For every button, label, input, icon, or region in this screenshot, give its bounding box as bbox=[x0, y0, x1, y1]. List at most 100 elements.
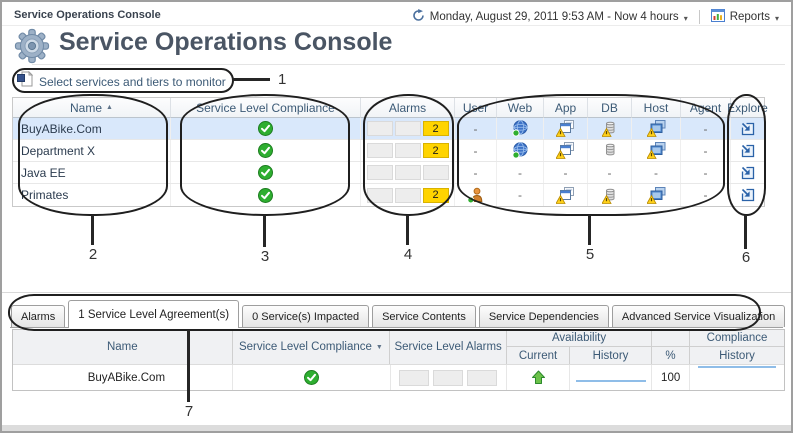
group-header-compliance: Compliance bbox=[690, 330, 784, 347]
dash: - bbox=[518, 188, 522, 202]
warning-alarm-count[interactable]: 2 bbox=[423, 143, 449, 158]
dash: - bbox=[608, 166, 612, 180]
service-builder-icon bbox=[17, 71, 33, 92]
dash: - bbox=[474, 144, 478, 158]
explore-drilldown-icon[interactable] bbox=[731, 118, 764, 139]
service-row[interactable]: BuyABike.Com 2 - - bbox=[13, 118, 764, 140]
callout-line-1 bbox=[232, 78, 270, 81]
time-range-label[interactable]: Monday, August 29, 2011 9:53 AM - Now 4 … bbox=[430, 11, 679, 23]
column-header-web[interactable]: Web bbox=[497, 98, 544, 118]
explore-drilldown-icon[interactable] bbox=[731, 140, 764, 161]
sla-column-header-compliance[interactable]: Service Level Compliance▼ bbox=[233, 330, 391, 364]
callout-number-4: 4 bbox=[404, 246, 412, 263]
timeframe-icon bbox=[412, 9, 425, 25]
reports-caret-icon[interactable]: ▾ bbox=[775, 12, 779, 23]
bottom-strip bbox=[2, 425, 791, 431]
callout-line-4 bbox=[406, 215, 409, 245]
explore-drilldown-icon[interactable] bbox=[731, 162, 764, 183]
green-check-icon bbox=[171, 162, 361, 183]
host-monitor-warning-icon bbox=[632, 184, 681, 206]
topbar-divider bbox=[699, 10, 700, 24]
dash: - bbox=[654, 166, 658, 180]
tab-service-dependencies[interactable]: Service Dependencies bbox=[479, 305, 609, 327]
alarm-count-empty bbox=[367, 188, 393, 203]
services-table-header: Name▲ Service Level Compliance Alarms Us… bbox=[13, 98, 764, 118]
service-row[interactable]: Primates2-- bbox=[13, 184, 764, 206]
alarm-cells bbox=[361, 162, 455, 183]
sla-service-name[interactable]: BuyABike.Com bbox=[13, 365, 233, 390]
reports-icon bbox=[711, 9, 725, 25]
tab-service-contents[interactable]: Service Contents bbox=[372, 305, 476, 327]
tab-alarms[interactable]: Alarms bbox=[11, 305, 65, 327]
sla-table-header: Name Service Level Compliance▼ Service L… bbox=[13, 330, 784, 364]
user-status-none: - bbox=[455, 118, 497, 139]
sla-column-header-current[interactable]: Current bbox=[507, 347, 570, 364]
service-row[interactable]: Department X 2 - - bbox=[13, 140, 764, 162]
column-header-user[interactable]: User bbox=[455, 98, 497, 118]
column-header-explore[interactable]: Explore bbox=[731, 98, 764, 118]
alarm-count-empty bbox=[423, 165, 449, 180]
green-check-icon bbox=[171, 184, 361, 206]
callout-line-2 bbox=[91, 215, 94, 245]
callout-number-7: 7 bbox=[185, 403, 193, 420]
sla-column-header-compliance-history[interactable]: History bbox=[690, 347, 784, 364]
alarm-count-empty bbox=[367, 121, 393, 136]
callout-line-6 bbox=[744, 215, 747, 249]
app-window-warning-icon bbox=[544, 184, 588, 206]
warning-alarm-count[interactable]: 2 bbox=[423, 188, 449, 203]
alarm-cells: 2 bbox=[361, 184, 455, 206]
compliance-group: Compliance History bbox=[690, 330, 784, 364]
alarm-count-empty bbox=[399, 370, 429, 386]
tab-advanced-service-visualization[interactable]: Advanced Service Visualization bbox=[612, 305, 785, 327]
callout-line-3 bbox=[263, 215, 266, 247]
column-header-app[interactable]: App bbox=[544, 98, 588, 118]
alarm-count-empty bbox=[367, 165, 393, 180]
callout-number-5: 5 bbox=[586, 246, 594, 263]
sla-column-header-name[interactable]: Name bbox=[13, 330, 233, 364]
globe-icon bbox=[497, 140, 544, 161]
column-header-alarms[interactable]: Alarms bbox=[361, 98, 455, 118]
dash: - bbox=[704, 122, 708, 136]
column-header-service-level-compliance[interactable]: Service Level Compliance bbox=[171, 98, 361, 118]
column-header-host[interactable]: Host bbox=[632, 98, 681, 118]
agent-status-none: - bbox=[681, 140, 731, 161]
warning-alarm-count[interactable]: 2 bbox=[423, 121, 449, 136]
select-services-row: Select services and tiers to monitor bbox=[17, 71, 226, 92]
person-icon bbox=[455, 184, 497, 206]
percent-stack: % bbox=[652, 330, 690, 364]
web-status-none: - bbox=[497, 184, 544, 206]
time-range-caret-icon[interactable]: ▾ bbox=[684, 12, 688, 23]
column-header-db[interactable]: DB bbox=[588, 98, 632, 118]
topbar-actions: Monday, August 29, 2011 9:53 AM - Now 4 … bbox=[412, 9, 779, 25]
column-header-name[interactable]: Name▲ bbox=[13, 98, 171, 118]
reports-button[interactable]: Reports bbox=[730, 11, 770, 23]
alarm-count-empty bbox=[395, 188, 421, 203]
host-monitor-warning-icon bbox=[632, 118, 681, 139]
service-name[interactable]: Department X bbox=[13, 140, 171, 161]
select-services-link[interactable]: Select services and tiers to monitor bbox=[39, 75, 226, 89]
group-header-availability: Availability bbox=[507, 330, 652, 347]
service-operations-console-window: Service Operations Console Monday, Augus… bbox=[0, 0, 793, 433]
breadcrumb[interactable]: Service Operations Console bbox=[14, 9, 161, 21]
sla-column-header-availability-history[interactable]: History bbox=[570, 347, 652, 364]
tab-1-service-level-agreement-s[interactable]: 1 Service Level Agreement(s) bbox=[68, 300, 239, 328]
service-row[interactable]: Java EE------ bbox=[13, 162, 764, 184]
column-header-agent[interactable]: Agent bbox=[681, 98, 731, 118]
dash: - bbox=[474, 122, 478, 136]
service-name[interactable]: Java EE bbox=[13, 162, 171, 183]
dash: - bbox=[474, 166, 478, 180]
title-underline bbox=[32, 64, 785, 65]
compliance-history-sparkline bbox=[690, 365, 784, 390]
web-status-none: - bbox=[497, 162, 544, 183]
sla-column-header-percent[interactable]: % bbox=[652, 347, 690, 364]
tab-0-service-s-impacted[interactable]: 0 Service(s) Impacted bbox=[242, 305, 369, 327]
database-warning-icon bbox=[588, 184, 632, 206]
service-name[interactable]: Primates bbox=[13, 184, 171, 206]
service-name[interactable]: BuyABike.Com bbox=[13, 118, 171, 139]
sort-desc-icon: ▼ bbox=[376, 344, 383, 351]
services-table-body: BuyABike.Com 2 - - Department X 2 - - Java EE - - -… bbox=[13, 118, 764, 206]
sla-table-row[interactable]: BuyABike.Com 100 bbox=[13, 364, 784, 390]
explore-drilldown-icon[interactable] bbox=[731, 184, 764, 206]
sla-column-header-alarms[interactable]: Service Level Alarms bbox=[390, 330, 507, 364]
alarm-count-empty bbox=[395, 165, 421, 180]
